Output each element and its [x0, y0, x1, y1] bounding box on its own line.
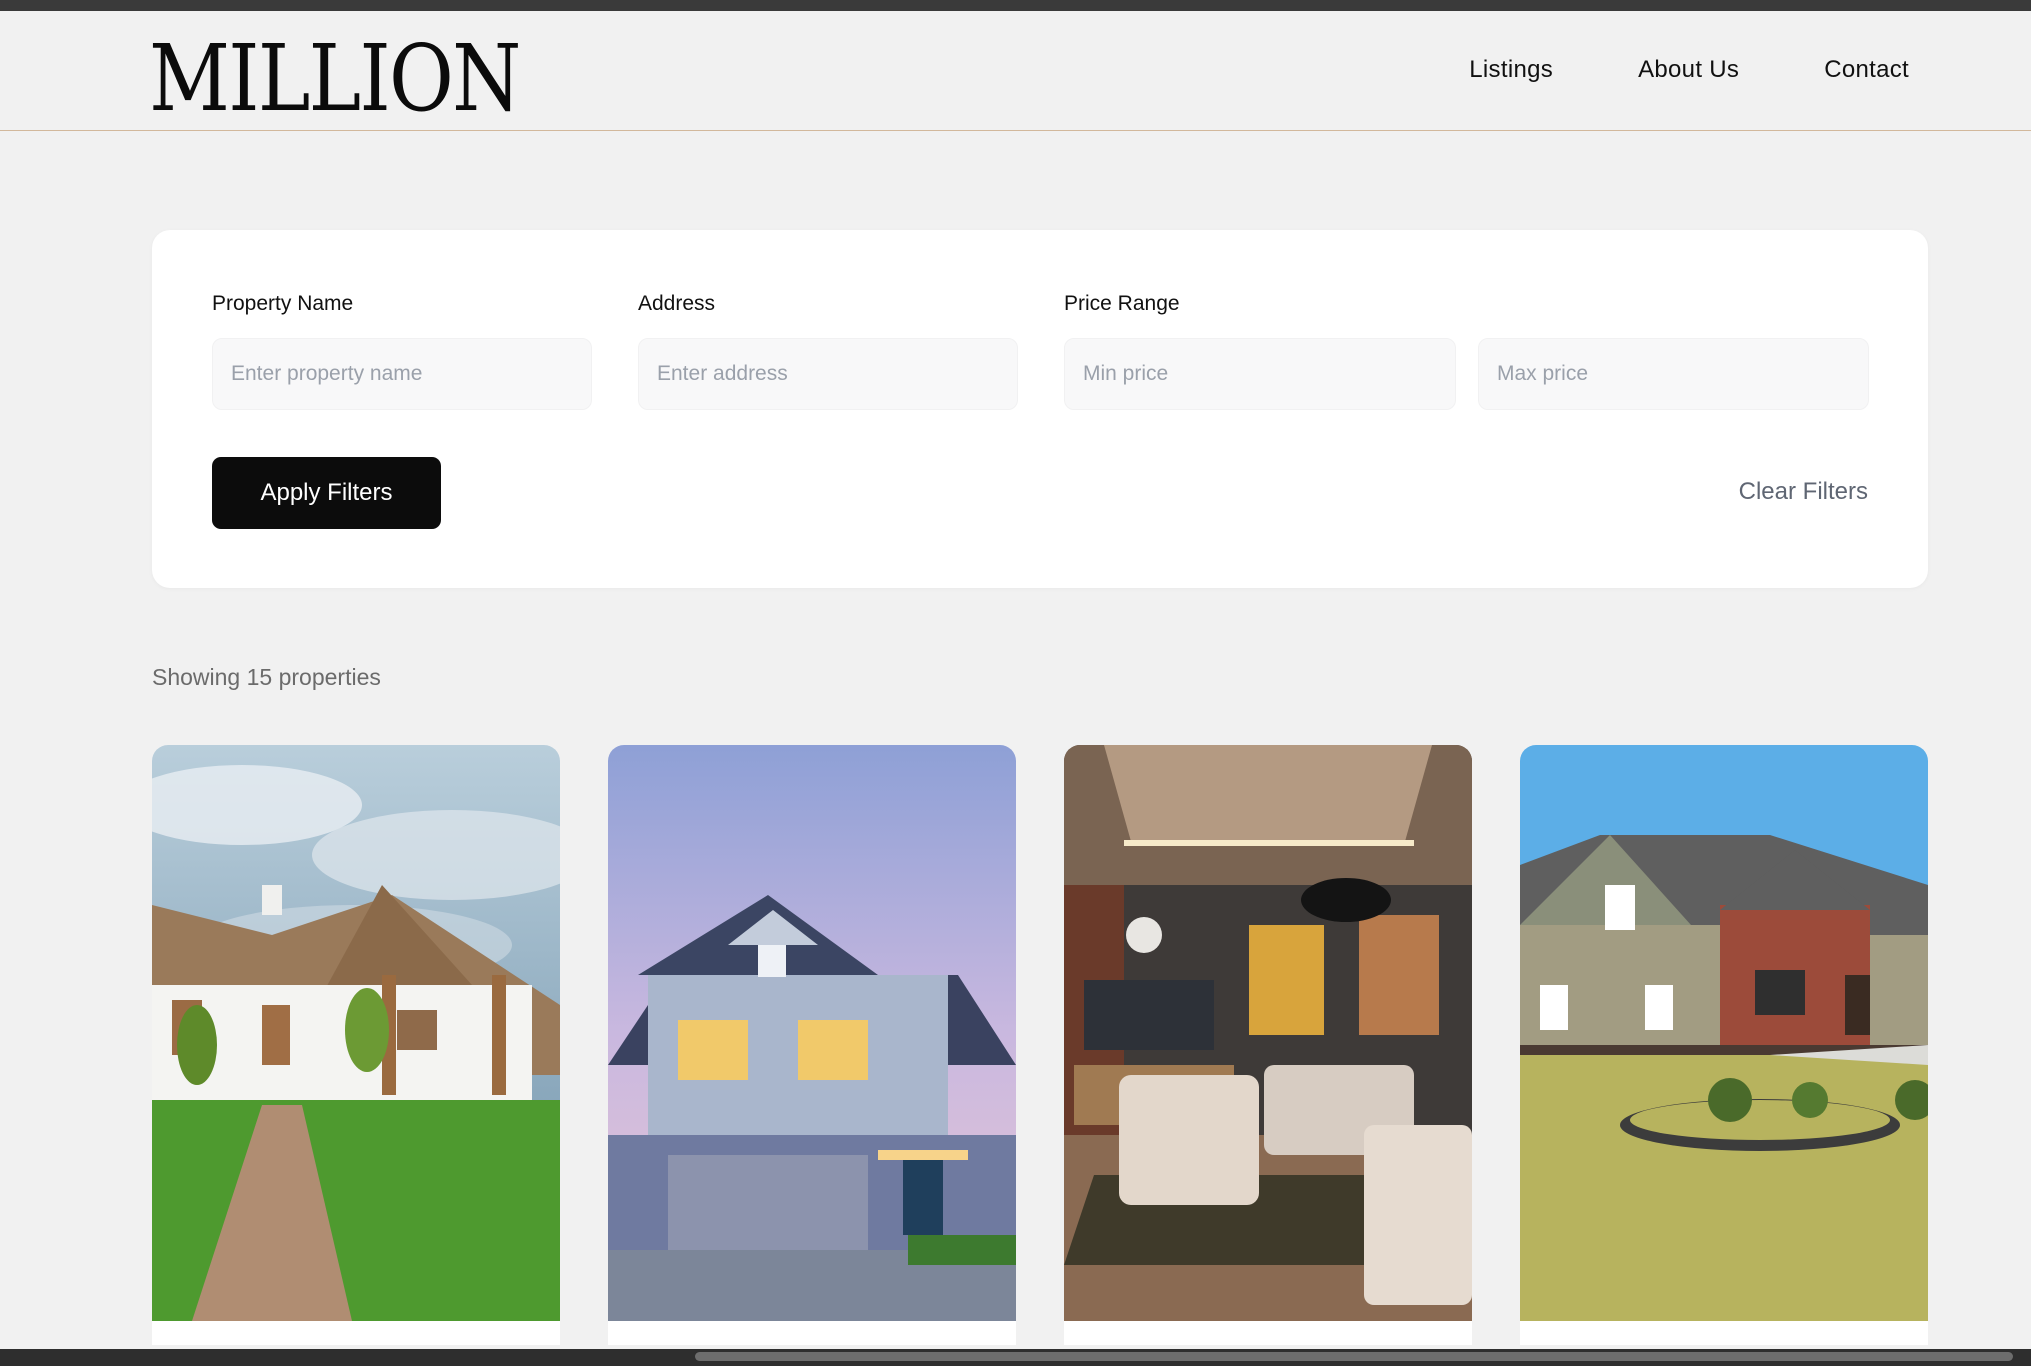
address-input[interactable] [638, 338, 1018, 410]
main-nav: Listings About Us Contact [1469, 56, 1909, 84]
property-image [608, 745, 1016, 1321]
site-header: MILLION Listings About Us Contact [0, 11, 2031, 131]
address-label: Address [638, 292, 716, 315]
price-range-label: Price Range [1064, 292, 1180, 315]
property-card[interactable] [1064, 745, 1472, 1345]
property-card[interactable] [608, 745, 1016, 1345]
nav-about-link[interactable]: About Us [1638, 56, 1739, 84]
property-card[interactable] [1520, 745, 1928, 1345]
brand-logo[interactable]: MILLION [149, 29, 521, 129]
nav-contact-link[interactable]: Contact [1824, 56, 1909, 84]
results-count: Showing 15 properties [152, 664, 381, 690]
horizontal-scrollbar-thumb[interactable] [695, 1352, 2013, 1361]
property-card[interactable] [152, 745, 560, 1345]
filter-panel: Property Name Address Price Range Apply … [152, 230, 1928, 588]
property-name-input[interactable] [212, 338, 592, 410]
apply-filters-button[interactable]: Apply Filters [212, 457, 441, 529]
property-image [152, 745, 560, 1321]
clear-filters-button[interactable]: Clear Filters [1739, 478, 1868, 506]
window-top-strip [0, 0, 2031, 11]
min-price-input[interactable] [1064, 338, 1456, 410]
nav-listings-link[interactable]: Listings [1469, 56, 1553, 84]
max-price-input[interactable] [1478, 338, 1869, 410]
property-grid [152, 745, 1928, 1345]
property-image [1520, 745, 1928, 1321]
property-name-label: Property Name [212, 292, 354, 315]
property-image [1064, 745, 1472, 1321]
